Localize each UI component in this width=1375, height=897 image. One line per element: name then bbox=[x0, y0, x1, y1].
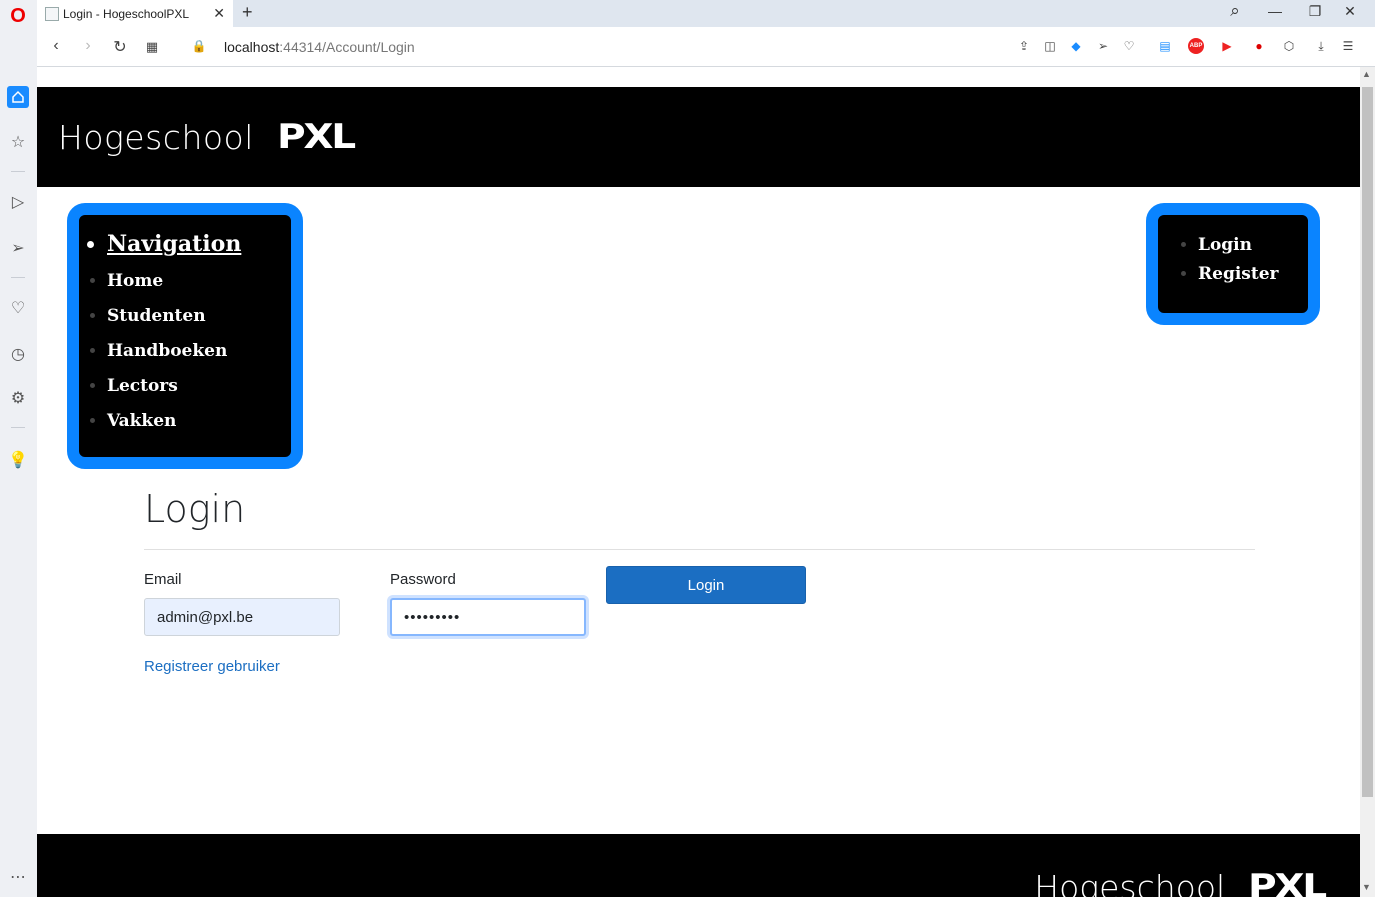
password-label: Password bbox=[390, 571, 456, 588]
site-title: Hogeschool bbox=[58, 117, 254, 157]
email-label: Email bbox=[144, 571, 182, 588]
nav-item-register[interactable]: Register bbox=[1198, 264, 1308, 293]
login-button[interactable]: Login bbox=[606, 566, 806, 604]
download-icon[interactable]: ⤓ bbox=[1313, 38, 1329, 54]
home-icon[interactable] bbox=[7, 86, 29, 108]
close-window-button[interactable]: ✕ bbox=[1340, 3, 1360, 20]
nav-item-home[interactable]: Home bbox=[107, 271, 291, 306]
share-icon[interactable]: ⇪ bbox=[1016, 38, 1032, 54]
record-icon[interactable]: ● bbox=[1251, 38, 1267, 54]
forward-button[interactable]: › bbox=[78, 37, 98, 55]
page-viewport: Hogeschool PXL Navigation Home Studenten… bbox=[37, 67, 1360, 897]
heart-icon[interactable]: ♡ bbox=[7, 297, 29, 319]
send-icon[interactable]: ➢ bbox=[7, 237, 29, 259]
page-title: Login bbox=[144, 487, 246, 531]
shield-check-icon[interactable]: ◆ bbox=[1068, 38, 1084, 54]
reload-icon[interactable]: ↻ bbox=[110, 37, 130, 57]
video-icon[interactable]: ▶ bbox=[1219, 38, 1235, 54]
camera-icon[interactable]: ◫ bbox=[1042, 38, 1058, 54]
footer-pxl-logo: PXL bbox=[1248, 867, 1327, 897]
scroll-up-icon[interactable]: ▲ bbox=[1362, 69, 1371, 79]
tab-title: Login - HogeschoolPXL bbox=[63, 6, 190, 21]
tab-search-icon[interactable]: ⌕ bbox=[1225, 1, 1245, 21]
opera-sidebar: O ☆ ▷ ➢ ♡ ◷ ⚙ 💡 ⋯ bbox=[0, 0, 37, 897]
tab-strip: Login - HogeschoolPXL ✕ + ⌕ — ❐ ✕ bbox=[37, 0, 1375, 27]
site-header: Hogeschool PXL bbox=[37, 87, 1360, 187]
password-field[interactable]: ••••••••• bbox=[390, 598, 586, 636]
adblock-icon[interactable]: ABP bbox=[1188, 38, 1204, 54]
email-field[interactable]: admin@pxl.be bbox=[144, 598, 340, 636]
restore-button[interactable]: ❐ bbox=[1305, 3, 1325, 20]
url-host: localhost bbox=[224, 39, 280, 55]
account-menu: Login Register bbox=[1146, 203, 1320, 325]
tab-login[interactable]: Login - HogeschoolPXL ✕ bbox=[37, 0, 233, 27]
pxl-logo: PXL bbox=[276, 117, 356, 157]
send-toolbar-icon[interactable]: ➢ bbox=[1095, 38, 1111, 54]
nav-item-handboeken[interactable]: Handboeken bbox=[107, 341, 291, 376]
more-icon[interactable]: ⋯ bbox=[7, 866, 29, 888]
back-button[interactable]: ‹ bbox=[46, 37, 66, 55]
star-icon[interactable]: ☆ bbox=[7, 131, 29, 153]
nav-item-vakken[interactable]: Vakken bbox=[107, 411, 291, 446]
lock-icon[interactable]: 🔒 bbox=[189, 39, 209, 53]
navigation-menu: Navigation Home Studenten Handboeken Lec… bbox=[67, 203, 303, 469]
lightbulb-icon[interactable]: 💡 bbox=[7, 449, 29, 471]
page-scrollbar[interactable]: ▲ ▼ bbox=[1360, 67, 1375, 897]
tabs-grid-icon[interactable]: ▦ bbox=[142, 39, 162, 55]
register-link[interactable]: Registreer gebruiker bbox=[144, 658, 280, 675]
scrollbar-thumb[interactable] bbox=[1362, 87, 1373, 797]
minimize-button[interactable]: — bbox=[1265, 3, 1285, 19]
footer-brand: Hogeschool PXL bbox=[1034, 867, 1327, 897]
title-divider bbox=[144, 549, 1255, 550]
url-field[interactable]: localhost:44314/Account/Login bbox=[224, 39, 415, 55]
history-icon[interactable]: ◷ bbox=[7, 343, 29, 365]
nav-item-studenten[interactable]: Studenten bbox=[107, 306, 291, 341]
nav-item-login[interactable]: Login bbox=[1198, 235, 1308, 264]
heart-toolbar-icon[interactable]: ♡ bbox=[1121, 38, 1137, 54]
address-bar: ‹ › ↻ ▦ 🔒 localhost:44314/Account/Login … bbox=[37, 27, 1375, 67]
player-icon[interactable]: ▷ bbox=[7, 191, 29, 213]
page-favicon-icon bbox=[45, 6, 59, 21]
site-footer: Hogeschool PXL bbox=[37, 834, 1360, 897]
url-path: :44314/Account/Login bbox=[279, 39, 415, 55]
settings-gear-icon[interactable]: ⚙ bbox=[7, 387, 29, 409]
extension-icon[interactable]: ▤ bbox=[1157, 38, 1173, 54]
tab-close-icon[interactable]: ✕ bbox=[213, 5, 225, 22]
footer-title: Hogeschool bbox=[1034, 867, 1226, 897]
navigation-heading[interactable]: Navigation bbox=[107, 231, 291, 257]
nav-item-lectors[interactable]: Lectors bbox=[107, 376, 291, 411]
opera-logo-icon[interactable]: O bbox=[7, 5, 29, 27]
scroll-down-icon[interactable]: ▼ bbox=[1362, 882, 1371, 892]
cube-icon[interactable]: ⬡ bbox=[1281, 38, 1297, 54]
new-tab-button[interactable]: + bbox=[242, 2, 253, 23]
menu-icon[interactable]: ☰ bbox=[1340, 38, 1356, 54]
